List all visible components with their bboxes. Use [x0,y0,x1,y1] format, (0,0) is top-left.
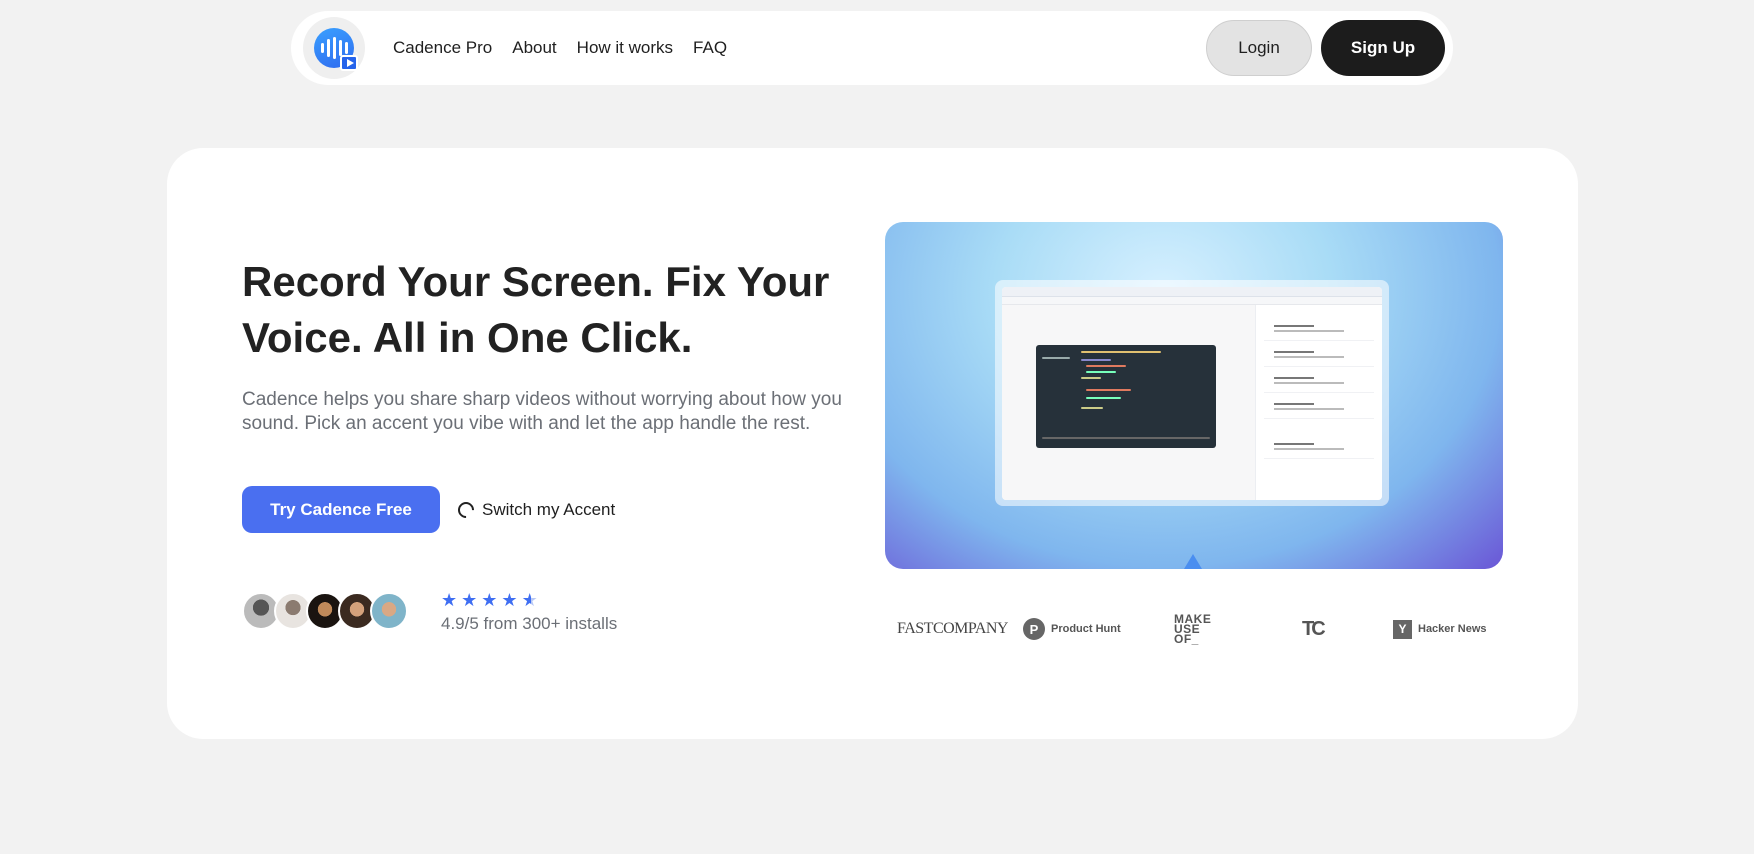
product-hunt-icon: P [1023,618,1045,640]
star-icon: ★ [501,590,518,610]
hero-subtitle: Cadence helps you share sharp videos wit… [242,389,842,434]
star-icon: ★ [461,590,478,610]
switch-accent-button[interactable]: Switch my Accent [454,486,616,533]
switch-accent-label: Switch my Accent [482,499,616,519]
star-icon: ★ [441,590,458,610]
hacker-news-label: Hacker News [1418,623,1487,635]
nav-link-about[interactable]: About [512,38,556,58]
product-preview[interactable] [885,222,1503,569]
nav-links: Cadence Pro About How it works FAQ [393,11,727,85]
user-avatars [242,592,408,630]
makeuseof-logo: MAKE USE OF_ [1174,613,1211,646]
loading-icon [454,498,478,521]
hacker-news-icon: Y [1393,619,1412,639]
screenshot-frame [995,280,1389,506]
nav-link-how-it-works[interactable]: How it works [577,38,673,58]
login-button[interactable]: Login [1206,20,1312,76]
hero-headline: Record Your Screen. Fix Your Voice. All … [242,258,830,361]
fast-company-logo: FASTCOMPANY [897,620,1008,637]
play-icon [340,55,358,71]
star-icon: ★ [481,590,498,610]
product-hunt-label: Product Hunt [1051,623,1121,635]
app-screenshot [1002,287,1382,500]
hacker-news-logo: Y Hacker News [1393,614,1487,644]
pointer-icon [1184,554,1202,569]
techcrunch-logo: TC [1302,617,1326,640]
hero-card: Record Your Screen. Fix Your Voice. All … [167,148,1578,739]
logo[interactable] [303,17,365,79]
signup-button[interactable]: Sign Up [1321,20,1445,76]
muo-line: OF_ [1174,632,1199,646]
press-logos: FASTCOMPANY P Product Hunt MAKE USE OF_ … [885,613,1503,646]
star-half-icon: ★ [521,590,538,610]
rating-stars: ★ ★ ★ ★ ★ [441,591,538,609]
nav-link-faq[interactable]: FAQ [693,38,727,58]
video-player-thumbnail [1036,345,1216,448]
avatar [370,592,408,630]
top-nav: Cadence Pro About How it works FAQ Login… [291,11,1453,85]
try-free-button[interactable]: Try Cadence Free [242,486,440,533]
product-hunt-logo: P Product Hunt [1023,614,1121,644]
nav-link-cadence-pro[interactable]: Cadence Pro [393,38,492,58]
rating-text: 4.9/5 from 300+ installs [441,614,618,633]
